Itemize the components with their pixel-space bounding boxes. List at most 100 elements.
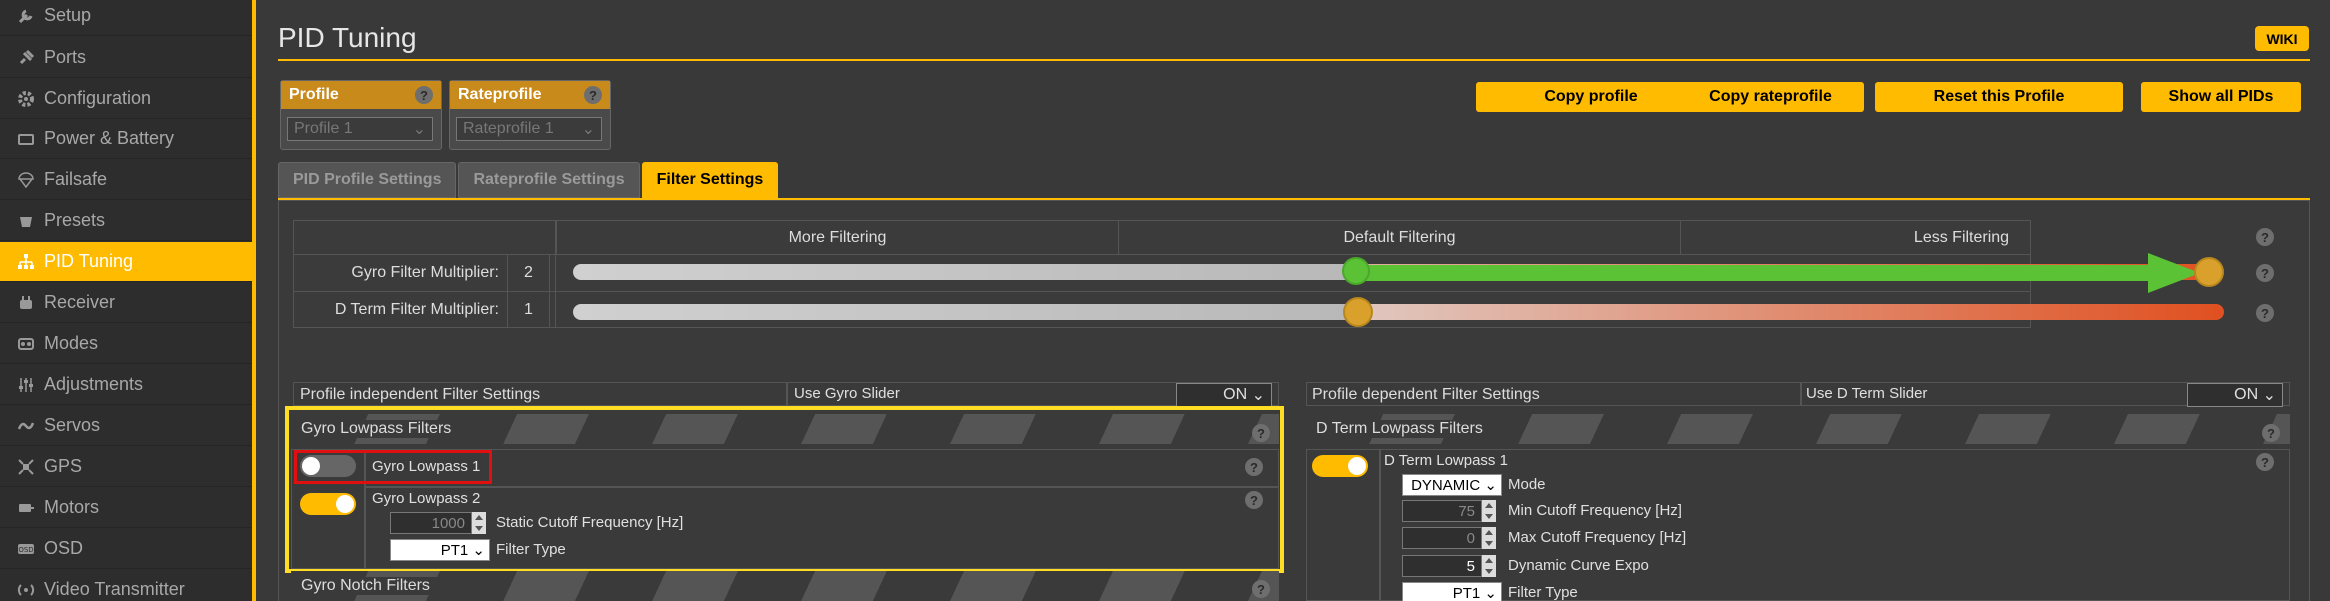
sidebar-item-ports[interactable]: Ports	[0, 38, 252, 78]
sidebar-item-label: Power & Battery	[44, 128, 175, 148]
dterm-min-cutoff-input[interactable]: 75	[1402, 500, 1482, 522]
servo-icon	[16, 416, 36, 436]
min-cutoff-stepper[interactable]	[1482, 500, 1496, 522]
tab-pid-profile-settings[interactable]: PID Profile Settings	[278, 162, 457, 198]
dterm-type-select[interactable]: PT1 ⌄	[1402, 582, 1502, 601]
dterm-max-cutoff-input[interactable]: 0	[1402, 527, 1482, 549]
use-gyro-slider-value: ON	[1223, 386, 1248, 403]
dterm-expo-label: Dynamic Curve Expo	[1508, 557, 1649, 574]
tab-rateprofile-settings[interactable]: Rateprofile Settings	[458, 162, 640, 198]
gyro-default-marker	[1342, 257, 1370, 285]
pid-tree-icon	[16, 252, 36, 272]
gyro-slider-arrow	[1356, 253, 2200, 293]
dterm-max-cutoff-label: Max Cutoff Frequency [Hz]	[1508, 529, 1687, 546]
use-dterm-slider-value: ON	[2234, 386, 2259, 403]
profile-select-value: Profile 1	[294, 120, 353, 137]
use-gyro-slider-select[interactable]: ON ⌄	[1176, 383, 1272, 407]
sidebar-item-label: Motors	[44, 497, 100, 517]
help-icon[interactable]: ?	[584, 86, 602, 104]
sidebar-item-power-battery[interactable]: Power & Battery	[0, 119, 252, 159]
dterm-type-label: Filter Type	[1508, 584, 1578, 601]
gyro-slider-thumb[interactable]	[2194, 257, 2224, 287]
default-filtering-header: Default Filtering	[1118, 221, 1680, 255]
gyro-lowpass-title: Gyro Lowpass Filters	[301, 420, 462, 438]
plug-icon	[16, 48, 36, 68]
dterm-slider-thumb[interactable]	[1343, 297, 1373, 327]
sidebar-item-pid-tuning[interactable]: PID Tuning	[0, 242, 252, 282]
dterm-expo-input[interactable]: 5	[1402, 555, 1482, 577]
sidebar-item-label: Presets	[44, 210, 106, 230]
sidebar-item-adjustments[interactable]: Adjustments	[0, 365, 252, 405]
chevron-down-icon: ⌄	[412, 121, 426, 138]
sidebar-item-presets[interactable]: Presets	[0, 201, 252, 241]
chevron-down-icon: ⌄	[2262, 387, 2276, 404]
gyro-multiplier-label: Gyro Filter Multiplier:	[294, 255, 508, 291]
rateprofile-select[interactable]: Rateprofile 1 ⌄	[456, 117, 602, 141]
battery-icon	[16, 129, 36, 149]
max-cutoff-stepper[interactable]	[1482, 527, 1496, 549]
sidebar-item-label: GPS	[44, 456, 83, 476]
dterm-slider-track-right	[1356, 304, 2224, 320]
sidebar-item-motors[interactable]: Motors	[0, 488, 252, 528]
receiver-icon	[16, 293, 36, 313]
dterm-lowpass1-toggle[interactable]	[1312, 455, 1368, 477]
dterm-lowpass1-row	[1380, 449, 2290, 601]
svg-text:OSD: OSD	[18, 546, 33, 554]
sidebar-item-failsafe[interactable]: Failsafe	[0, 160, 252, 200]
modes-icon	[16, 334, 36, 354]
wrench-icon	[16, 6, 36, 26]
sidebar-item-label: Ports	[44, 47, 87, 67]
help-icon[interactable]: ?	[1252, 580, 1270, 598]
antenna-icon	[16, 580, 36, 600]
use-dterm-slider-label: Use D Term Slider	[1806, 385, 1928, 402]
dterm-lowpass1-label: D Term Lowpass 1	[1384, 452, 1508, 469]
title-rule	[278, 59, 2310, 61]
sidebar-item-video-transmitter[interactable]: Video Transmitter	[0, 570, 252, 601]
parachute-icon	[16, 170, 36, 190]
sidebar-item-label: Failsafe	[44, 169, 108, 189]
rateprofile-select-value: Rateprofile 1	[463, 120, 554, 137]
sidebar-item-label: Video Transmitter	[44, 579, 185, 599]
sidebar-item-label: Configuration	[44, 88, 152, 108]
sidebar-item-receiver[interactable]: Receiver	[0, 283, 252, 323]
tab-filter-settings[interactable]: Filter Settings	[641, 162, 779, 198]
copy-profile-button[interactable]: Copy profile	[1476, 82, 1706, 112]
sidebar-item-gps[interactable]: GPS	[0, 447, 252, 487]
reset-profile-button[interactable]: Reset this Profile	[1875, 82, 2123, 112]
expo-stepper[interactable]	[1482, 555, 1496, 577]
help-icon[interactable]: ?	[2256, 228, 2274, 246]
dterm-mode-value: DYNAMIC	[1411, 476, 1481, 494]
profile-select[interactable]: Profile 1 ⌄	[287, 117, 433, 141]
presets-icon	[16, 211, 36, 231]
dterm-mode-select[interactable]: DYNAMIC ⌄	[1402, 474, 1502, 496]
help-icon[interactable]: ?	[415, 86, 433, 104]
gyro-multiplier-value: 2	[508, 255, 550, 291]
sidebar-item-modes[interactable]: Modes	[0, 324, 252, 364]
page-title: PID Tuning	[278, 22, 417, 53]
help-icon[interactable]: ?	[2262, 424, 2280, 442]
use-dterm-slider-select[interactable]: ON ⌄	[2187, 383, 2283, 407]
sidebar: Setup Ports Configuration Power & Batter…	[0, 0, 252, 601]
dependent-title: Profile dependent Filter Settings	[1312, 386, 1540, 403]
help-icon[interactable]: ?	[2256, 304, 2274, 322]
sidebar-item-label: Receiver	[44, 292, 116, 312]
wiki-button[interactable]: WIKI	[2255, 26, 2309, 51]
osd-icon: OSD	[16, 539, 36, 559]
less-filtering-header: Less Filtering	[1680, 221, 2242, 255]
more-filtering-header: More Filtering	[556, 221, 1118, 255]
sidebar-item-configuration[interactable]: Configuration	[0, 79, 252, 119]
sidebar-item-servos[interactable]: Servos	[0, 406, 252, 446]
sidebar-item-label: Setup	[44, 5, 92, 25]
sidebar-item-setup[interactable]: Setup	[0, 0, 252, 36]
profile-label: Profile	[289, 86, 339, 103]
help-icon[interactable]: ?	[2256, 453, 2274, 471]
motor-icon	[16, 498, 36, 518]
copy-rateprofile-button[interactable]: Copy rateprofile	[1677, 82, 1864, 112]
show-all-pids-button[interactable]: Show all PIDs	[2141, 82, 2301, 112]
use-gyro-slider-label: Use Gyro Slider	[794, 385, 900, 402]
sidebar-item-osd[interactable]: OSD OSD	[0, 529, 252, 569]
chevron-down-icon: ⌄	[1484, 477, 1497, 494]
chevron-down-icon: ⌄	[1484, 585, 1497, 601]
sidebar-item-label: Servos	[44, 415, 101, 435]
help-icon[interactable]: ?	[2256, 264, 2274, 282]
